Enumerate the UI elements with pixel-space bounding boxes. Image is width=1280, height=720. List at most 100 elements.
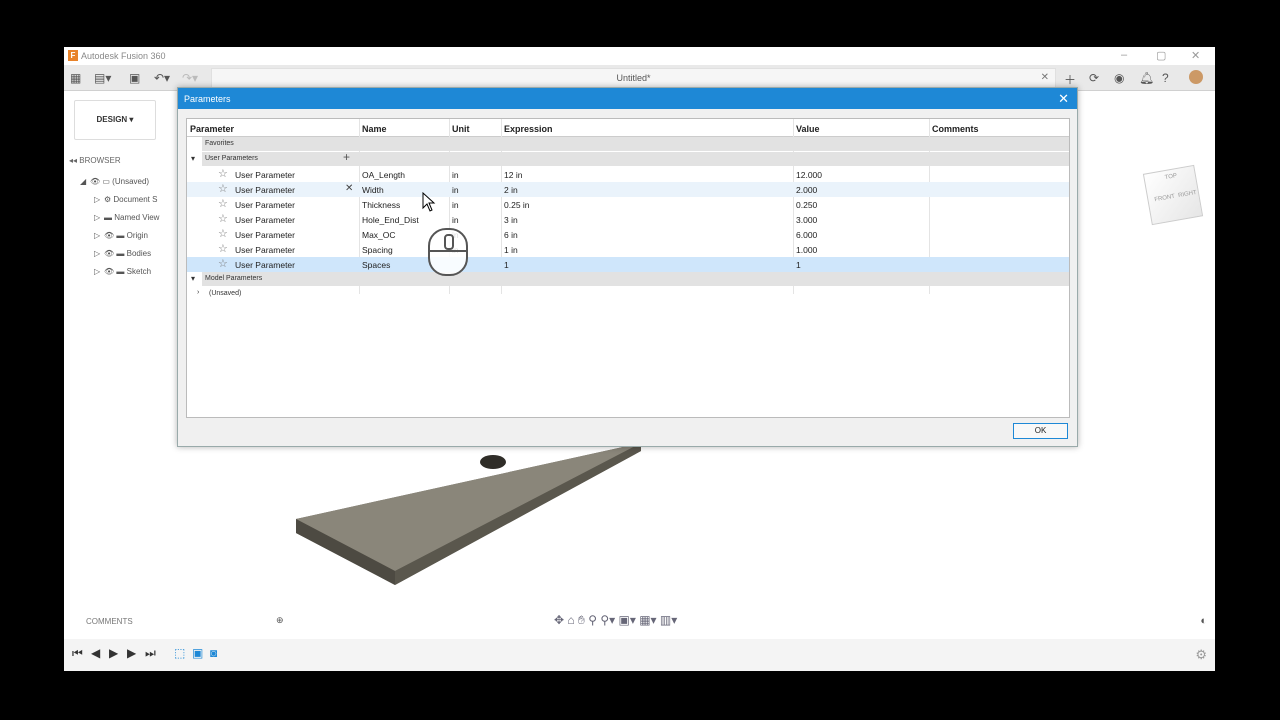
param-expression[interactable]: 6 in	[504, 230, 518, 240]
param-expression[interactable]: 0.25 in	[504, 200, 530, 210]
delete-parameter-icon[interactable]: ✕	[345, 183, 353, 194]
param-expression[interactable]: 1 in	[504, 245, 518, 255]
fit-icon[interactable]: ⚲▾	[600, 613, 615, 627]
favorite-star-icon[interactable]: ☆	[218, 257, 228, 270]
model-body[interactable]	[296, 443, 656, 593]
ok-button[interactable]: OK	[1013, 423, 1068, 439]
browser-item-bodies[interactable]: ▷ 👁︎ ▬ Bodies	[94, 249, 151, 263]
app-title: Autodesk Fusion 360	[81, 51, 166, 61]
collapse-model-params-icon[interactable]: ▾	[191, 274, 195, 283]
param-expression[interactable]: 12 in	[504, 170, 522, 180]
param-value: 2.000	[796, 185, 818, 195]
hole-feature-icon[interactable]: ◙	[210, 646, 217, 660]
favorite-star-icon[interactable]: ☆	[218, 242, 228, 255]
table-row[interactable]: ☆ User Parameter Spacing in 1 in 1.000	[187, 242, 1069, 257]
param-unit[interactable]: in	[452, 200, 459, 210]
extrude-feature-icon[interactable]: ▣	[192, 646, 203, 660]
favorite-star-icon[interactable]: ☆	[218, 212, 228, 225]
redo-icon[interactable]: ↷▾	[182, 71, 198, 85]
minimize-icon[interactable]: –	[1121, 49, 1127, 61]
data-panel-icon[interactable]: ▦	[70, 71, 81, 85]
add-user-parameter-button[interactable]: +	[343, 150, 350, 164]
look-at-icon[interactable]: ⌂	[567, 613, 574, 627]
favorite-star-icon[interactable]: ☆	[218, 167, 228, 180]
view-cube[interactable]: TOP FRONT RIGHT	[1142, 164, 1204, 226]
display-settings-icon[interactable]: ▣▾	[618, 613, 635, 627]
favorite-star-icon[interactable]: ☆	[218, 197, 228, 210]
document-tab[interactable]: Untitled* ✕	[211, 68, 1056, 89]
orbit-icon[interactable]: ✥	[554, 613, 564, 627]
step-back-icon[interactable]: ◀	[91, 646, 100, 660]
table-row[interactable]: ☆ User Parameter Thickness in 0.25 in 0.…	[187, 197, 1069, 212]
browser-item-origin[interactable]: ▷ 👁︎ ▬ Origin	[94, 231, 148, 245]
browser-item-named-views[interactable]: ▷ ▬ Named View	[94, 213, 159, 227]
param-name[interactable]: Width	[362, 185, 384, 195]
param-name[interactable]: Max_OC	[362, 230, 396, 240]
column-unit[interactable]: Unit	[452, 124, 470, 134]
play-icon[interactable]: ▶	[109, 646, 118, 660]
table-row[interactable]: ☆ User Parameter Hole_End_Dist in 3 in 3…	[187, 212, 1069, 227]
param-name[interactable]: OA_Length	[362, 170, 405, 180]
table-row[interactable]: ☆ User Parameter Max_OC in 6 in 6.000	[187, 227, 1069, 242]
param-unit[interactable]: in	[452, 170, 459, 180]
document-title: Untitled*	[616, 73, 651, 83]
param-name[interactable]: Hole_End_Dist	[362, 215, 419, 225]
close-window-icon[interactable]: ✕	[1191, 49, 1200, 62]
comments-label: COMMENTS	[86, 617, 133, 626]
go-to-end-icon[interactable]: ⏭	[145, 646, 156, 661]
table-row-selected[interactable]: ☆ User Parameter Spaces 1 1	[187, 257, 1069, 272]
undo-icon[interactable]: ↶▾	[154, 71, 170, 85]
column-value[interactable]: Value	[796, 124, 820, 134]
save-icon[interactable]: ▣	[129, 71, 140, 85]
user-parameters-group[interactable]: User Parameters	[202, 152, 1069, 166]
column-name[interactable]: Name	[362, 124, 387, 134]
favorite-star-icon[interactable]: ☆	[218, 182, 228, 195]
param-name[interactable]: Spacing	[362, 245, 393, 255]
param-expression[interactable]: 3 in	[504, 215, 518, 225]
pan-icon[interactable]: ✋︎	[578, 613, 585, 627]
param-expression[interactable]: 2 in	[504, 185, 518, 195]
param-unit[interactable]: in	[452, 185, 459, 195]
timeline-settings-gear-icon[interactable]: ⚙	[1195, 647, 1207, 663]
zoom-icon[interactable]: ⚲	[588, 613, 597, 627]
browser-item-document-settings[interactable]: ▷ ⚙ Document S	[94, 195, 157, 209]
viewcube-right-face: RIGHT	[1177, 189, 1198, 200]
model-component-row[interactable]: › (Unsaved)	[197, 289, 241, 297]
help-icon[interactable]: ?	[1162, 71, 1169, 85]
model-parameters-group[interactable]: Model Parameters	[202, 272, 1069, 286]
param-unit[interactable]: in	[452, 215, 459, 225]
param-name[interactable]: Thickness	[362, 200, 400, 210]
user-avatar[interactable]	[1189, 70, 1203, 84]
extensions-icon[interactable]: ⟳	[1089, 71, 1099, 85]
favorite-star-icon[interactable]: ☆	[218, 227, 228, 240]
job-status-icon[interactable]: ◉	[1114, 71, 1124, 85]
column-parameter[interactable]: Parameter	[190, 124, 234, 134]
text-commands-icon[interactable]: ◐	[1200, 615, 1207, 627]
close-tab-icon[interactable]: ✕	[1041, 72, 1049, 83]
comments-toggle-icon[interactable]: ⊕	[276, 615, 284, 626]
grid-settings-icon[interactable]: ▦▾	[639, 613, 656, 627]
param-value: 1.000	[796, 245, 818, 255]
step-forward-icon[interactable]: ▶	[127, 646, 136, 660]
table-row[interactable]: ☆ User Parameter ✕ Width in 2 in 2.000	[187, 182, 1069, 197]
mouse-wheel-shape	[444, 234, 454, 250]
maximize-icon[interactable]: ▢	[1156, 49, 1166, 62]
param-expression[interactable]: 1	[504, 260, 509, 270]
favorites-group: Favorites	[202, 137, 1069, 151]
dialog-close-icon[interactable]: ✕	[1058, 91, 1069, 107]
expand-chevron-icon[interactable]: ›	[197, 289, 199, 296]
go-to-start-icon[interactable]: ⏮	[72, 646, 83, 661]
notifications-icon[interactable]: 🔔︎	[1139, 71, 1154, 85]
collapse-user-params-icon[interactable]: ▾	[191, 154, 195, 163]
sketch-feature-icon[interactable]: ⬚	[174, 646, 185, 660]
file-menu-icon[interactable]: ▤▾	[94, 71, 111, 85]
table-row[interactable]: ☆ User Parameter OA_Length in 12 in 12.0…	[187, 167, 1069, 182]
column-expression[interactable]: Expression	[504, 124, 553, 134]
param-name[interactable]: Spaces	[362, 260, 390, 270]
browser-item-root[interactable]: ◢ 👁︎ ▭ (Unsaved)	[80, 177, 149, 191]
new-tab-icon[interactable]: ＋	[1064, 71, 1076, 88]
workspace-switcher-button[interactable]: DESIGN ▾	[74, 100, 156, 140]
browser-item-sketches[interactable]: ▷ 👁︎ ▬ Sketch	[94, 267, 151, 281]
viewports-icon[interactable]: ▥▾	[660, 613, 677, 627]
column-comments[interactable]: Comments	[932, 124, 979, 134]
